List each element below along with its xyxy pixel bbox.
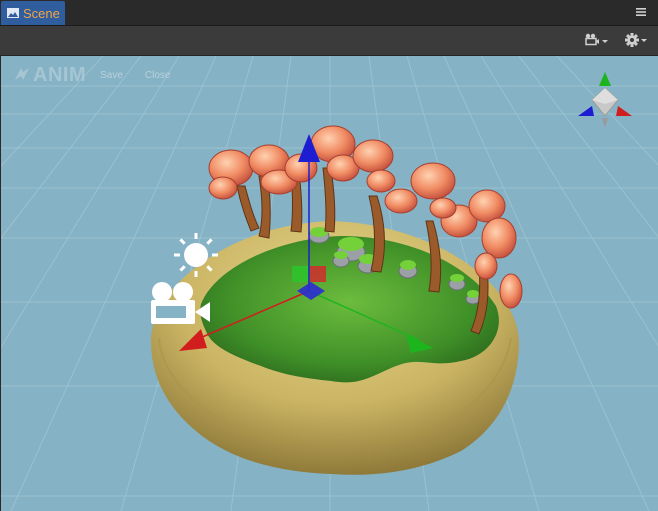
orientation-gizmo[interactable]	[578, 72, 632, 130]
hamburger-menu-icon[interactable]	[634, 5, 648, 19]
settings-button[interactable]	[624, 31, 650, 49]
island-model[interactable]	[151, 125, 523, 475]
gizmo-z-cone[interactable]	[578, 106, 594, 116]
anim-logo: ANIM	[33, 64, 87, 86]
anim-close-button[interactable]: Close	[145, 70, 171, 81]
gizmo-y-cone[interactable]	[599, 72, 611, 86]
tab-bar: Scene	[0, 0, 658, 26]
plane-handle-yz[interactable]	[292, 266, 308, 282]
tab-label: Scene	[23, 5, 60, 21]
camera-view-button[interactable]	[585, 31, 609, 49]
camera-view-icon	[585, 33, 608, 46]
scene-toolbar	[0, 26, 658, 56]
tab-scene[interactable]: Scene	[1, 1, 65, 25]
gizmo-x-cone[interactable]	[616, 106, 632, 116]
scene-viewport[interactable]: ANIM Save Close	[0, 56, 658, 511]
scene-icon	[7, 8, 19, 18]
plane-handle-xz[interactable]	[310, 266, 326, 282]
scene-render[interactable]	[1, 56, 658, 511]
anim-toolbar: ANIM Save Close	[13, 64, 170, 87]
anim-save-button[interactable]: Save	[100, 70, 123, 81]
gear-icon	[625, 33, 647, 47]
